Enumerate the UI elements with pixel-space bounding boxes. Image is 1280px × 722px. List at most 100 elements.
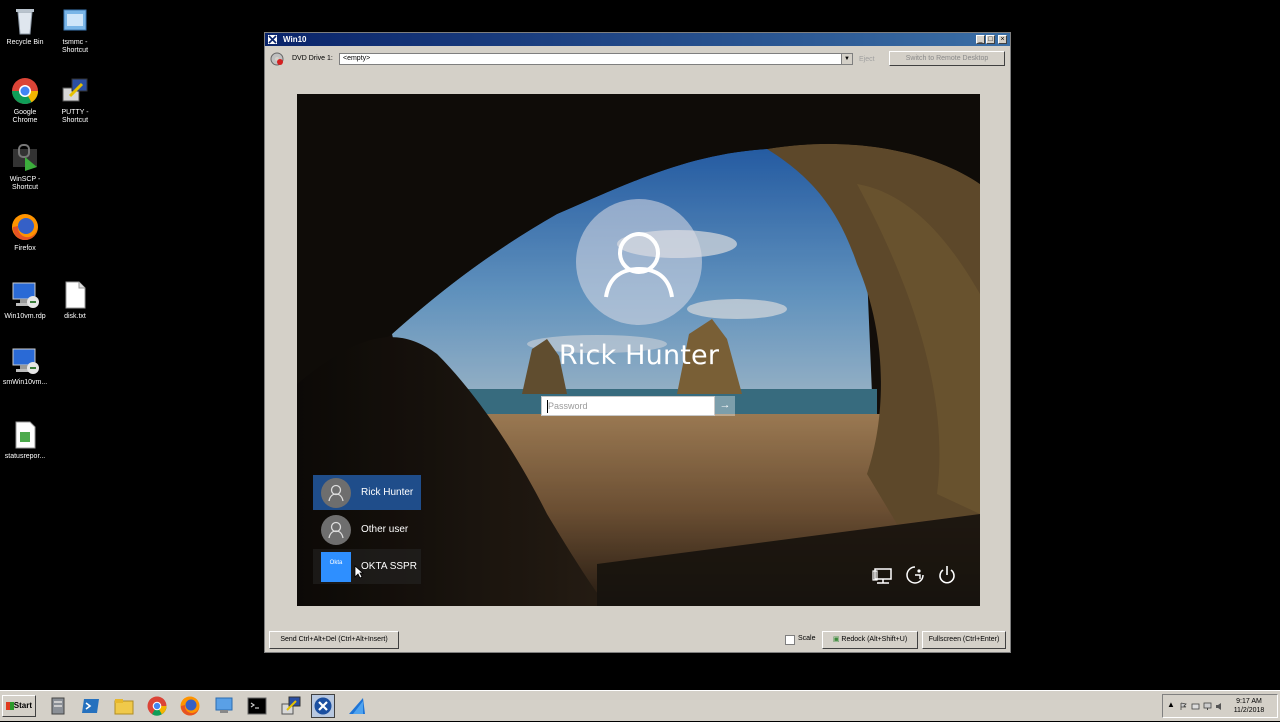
user-avatar-small [321,515,351,545]
power-icon[interactable] [936,564,958,586]
vm-console-icon [314,697,332,715]
desktop-icon-win10vm-rdp[interactable]: Win10vm.rdp [2,280,48,321]
user-list-name: Rick Hunter [361,487,414,498]
desktop-icon-label: tsmmc - Shortcut [61,39,89,54]
desktop-icon-label: Win10vm.rdp [4,313,46,320]
user-switch-list: Rick Hunter Other user Okta OKTA SSPR [313,475,421,586]
file-explorer-icon[interactable] [113,695,135,717]
okta-logo-icon: Okta [321,552,351,582]
desktop-icon-label: smWin10vm... [2,379,48,386]
putty-icon[interactable] [280,695,302,717]
user-list-name: OKTA SSPR [361,561,417,572]
user-list-name: Other user [361,524,409,535]
password-placeholder: Password [548,401,588,411]
chrome-icon[interactable] [146,695,168,717]
chrome-icon [10,76,40,106]
start-button[interactable]: Start [2,695,36,717]
dvd-drive-select[interactable]: <empty> ▼ [339,53,853,65]
text-file-icon [60,280,90,310]
desktop-icon-tsmmc-shortcut[interactable]: tsmmc - Shortcut [52,6,98,55]
desktop-icon-firefox[interactable]: Firefox [2,212,48,253]
scale-checkbox[interactable] [785,635,795,645]
putty-icon [60,76,90,106]
network-icon[interactable] [872,564,894,586]
person-icon [328,521,344,539]
submit-password-button[interactable]: → [715,396,735,416]
ease-of-access-icon[interactable] [904,564,926,586]
rdp-icon [10,346,40,376]
network-tray-icon[interactable] [1191,702,1200,711]
system-tray: ▲ 9:17 AM 11/2/2018 [1162,694,1278,718]
desktop-icon-statusreport[interactable]: statusrepor... [2,420,48,461]
clock-time: 9:17 AM [1236,698,1262,705]
dvd-drive-value: <empty> [343,55,371,62]
winscp-icon [10,143,40,173]
person-icon [328,484,344,502]
recycle-bin-icon [10,6,40,36]
dvd-drive-icon [270,52,284,66]
firefox-icon[interactable] [179,695,201,717]
scale-label: Scale [798,635,816,642]
desktop-icon-label: PUTTY - Shortcut [61,109,89,124]
report-file-icon [10,420,40,450]
blue-app-icon[interactable] [346,695,368,717]
eject-link[interactable]: Eject [859,56,875,63]
rdp-icon [10,280,40,310]
clock-date: 11/2/2018 [1233,707,1265,714]
firefox-icon [10,212,40,242]
command-prompt-icon[interactable] [246,695,268,717]
tsmmc-icon [60,6,90,36]
desktop-icon-smwin10vm[interactable]: smWin10vm... [2,346,48,387]
desktop-icon-label: Firefox [14,245,36,252]
desktop-icon-label: statusrepor... [4,453,46,460]
desktop-icon-label: Recycle Bin [6,39,44,46]
vm-guest-screen[interactable]: Rick Hunter Password → Rick Hunter Other… [297,94,980,606]
powershell-icon[interactable] [80,695,102,717]
taskbar: Start ▲ 9:17 AM 11/2/2018 [0,690,1280,721]
user-avatar-small [321,478,351,508]
switch-remote-desktop-button[interactable]: Switch to Remote Desktop [889,51,1005,66]
desktop-icon-label: Google Chrome [12,109,38,124]
send-ctrl-alt-del-button[interactable]: Send Ctrl+Alt+Del (Ctrl+Alt+Insert) [269,631,399,649]
desktop-icon-disk-txt[interactable]: disk.txt [52,280,98,321]
fullscreen-button[interactable]: Fullscreen (Ctrl+Enter) [922,631,1006,649]
vm-window-titlebar[interactable]: Win10 _ □ × [265,33,1010,46]
desktop-icon-winscp-shortcut[interactable]: WinSCP - Shortcut [2,143,48,192]
person-icon [604,232,674,298]
minimize-button[interactable]: _ [976,35,985,44]
desktop-icon-google-chrome[interactable]: Google Chrome [2,76,48,125]
desktop-icon-putty-shortcut[interactable]: PUTTY - Shortcut [52,76,98,125]
maximize-button[interactable]: □ [986,35,995,44]
vm-window-title: Win10 [283,35,307,44]
mouse-cursor-icon [354,565,364,579]
flag-icon[interactable] [1179,702,1188,711]
text-caret [547,400,548,413]
remote-desktop-icon[interactable] [213,695,235,717]
start-label: Start [13,701,32,710]
display-tray-icon[interactable] [1203,702,1212,711]
vm-console-taskbar-button[interactable] [311,694,335,718]
user-avatar-large [576,199,702,325]
dvd-drive-label: DVD Drive 1: [292,55,333,62]
tray-expand-icon[interactable]: ▲ [1167,700,1175,709]
vm-toolbar: DVD Drive 1: <empty> ▼ Eject Switch to R… [265,46,1010,70]
vm-app-icon [268,35,277,44]
windows-logo-icon [6,702,14,710]
vm-window: Win10 _ □ × DVD Drive 1: <empty> ▼ Eject… [264,32,1011,653]
login-user-name: Rick Hunter [558,340,720,371]
user-list-item-rick-hunter[interactable]: Rick Hunter [313,475,421,510]
desktop-icon-label: disk.txt [64,313,86,320]
desktop-icon-recycle-bin[interactable]: Recycle Bin [2,6,48,47]
password-input[interactable]: Password [541,396,715,416]
redock-label: Redock (Alt+Shift+U) [841,636,908,643]
server-manager-icon[interactable] [48,695,70,717]
user-list-item-okta-sspr[interactable]: Okta OKTA SSPR [313,549,421,584]
arrow-right-icon: → [719,399,731,411]
close-button[interactable]: × [998,35,1007,44]
user-list-item-other-user[interactable]: Other user [313,512,421,547]
speaker-icon[interactable] [1215,702,1224,711]
chevron-down-icon[interactable]: ▼ [841,54,852,64]
desktop-icon-label: WinSCP - Shortcut [9,176,41,191]
redock-button[interactable]: ▣ Redock (Alt+Shift+U) [822,631,918,649]
tray-clock[interactable]: 9:17 AM 11/2/2018 [1227,697,1271,715]
